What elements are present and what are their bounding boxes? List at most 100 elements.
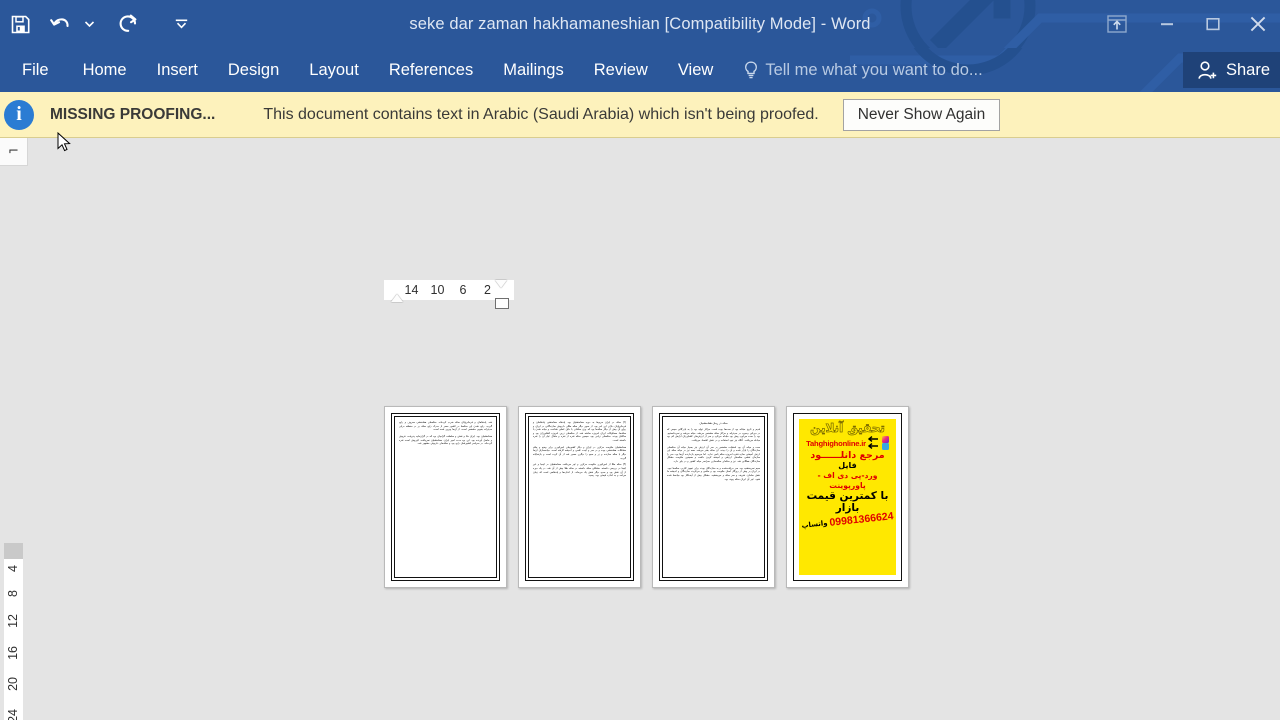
info-glyph: i bbox=[16, 103, 22, 125]
first-line-indent-marker[interactable] bbox=[391, 294, 403, 302]
ribbon-tab-strip: File Home Insert Design Layout Reference… bbox=[0, 48, 1280, 92]
page-thumbnail-2[interactable]: (۲) سکه در ایران مربوط به دوره هخامنشیان… bbox=[518, 406, 641, 588]
title-bar: seke dar zaman hakhamaneshian [Compatibi… bbox=[0, 0, 1280, 48]
tab-home[interactable]: Home bbox=[68, 48, 142, 92]
page-3-paragraph-1: قدیم و تاریخ مبادله بود از سده‌ها بوده ا… bbox=[667, 428, 760, 442]
page-3-heading: سکه در زمان هخامنشیان bbox=[699, 421, 728, 425]
page-thumbnail-3[interactable]: سکه در زمان هخامنشیان قدیم و تاریخ مبادل… bbox=[652, 406, 775, 588]
ribbon-display-options-icon bbox=[1107, 15, 1127, 33]
info-icon: i bbox=[4, 99, 34, 130]
page-2-paragraph-2: هخامنشیان حکومت مرکزی در ایران و دیگر کش… bbox=[533, 445, 626, 460]
page-2-paragraph-3: (۳) سکه طلا از امپراتوری حکومت مرکزی و غ… bbox=[533, 463, 626, 478]
undo-dropdown-button[interactable] bbox=[80, 4, 98, 44]
tab-insert-label: Insert bbox=[156, 60, 198, 79]
vruler-tick-8: 8 bbox=[6, 589, 21, 597]
tab-references-label: References bbox=[388, 60, 474, 79]
ad-download-line: مرجع دانلــــــود bbox=[810, 450, 885, 461]
undo-button[interactable] bbox=[40, 4, 80, 44]
page-1-inner-border: شد. پادشاهان و فرمانروایان سکه ضرب کرده‌… bbox=[394, 416, 497, 578]
page-thumbnail-2-wrapper: (۲) سکه در ایران مربوط به دوره هخامنشیان… bbox=[518, 406, 641, 588]
page-thumbnail-3-wrapper: سکه در زمان هخامنشیان قدیم و تاریخ مبادل… bbox=[652, 406, 775, 588]
telegram-icon[interactable] bbox=[881, 443, 889, 450]
window-controls bbox=[1090, 0, 1280, 48]
page-3-paragraph-2: سده و میانه آن بود استفاده مشخص در سر آن… bbox=[667, 445, 760, 463]
page-thumbnail-4-wrapper: تحقیق آنلاین Tahghighonline.ir مرجع دانل… bbox=[786, 406, 909, 588]
close-button[interactable] bbox=[1236, 0, 1280, 48]
vruler-tick-12: 12 bbox=[6, 614, 21, 629]
tab-review[interactable]: Review bbox=[579, 48, 663, 92]
save-button[interactable] bbox=[0, 4, 40, 44]
ribbon-tabs: File Home Insert Design Layout Reference… bbox=[0, 48, 993, 92]
advertisement-page: تحقیق آنلاین Tahghighonline.ir مرجع دانل… bbox=[799, 419, 896, 575]
never-show-again-button[interactable]: Never Show Again bbox=[842, 98, 1001, 131]
close-icon bbox=[1250, 16, 1266, 32]
tab-review-label: Review bbox=[593, 60, 648, 79]
vruler-tick-20: 20 bbox=[6, 677, 21, 692]
vruler-tick-24: 24 bbox=[6, 709, 21, 720]
left-indent-marker[interactable] bbox=[495, 298, 509, 309]
tab-stop-selector[interactable]: ⌐ bbox=[0, 138, 28, 166]
page-thumbnail-4[interactable]: تحقیق آنلاین Tahghighonline.ir مرجع دانل… bbox=[786, 406, 909, 588]
ad-logo-text: تحقیق آنلاین bbox=[810, 421, 885, 435]
save-icon bbox=[11, 15, 29, 33]
lightbulb-icon bbox=[744, 61, 758, 80]
page-1-outer-border: شد. پادشاهان و فرمانروایان سکه ضرب کرده‌… bbox=[391, 413, 500, 581]
redo-button[interactable] bbox=[108, 4, 148, 44]
vertical-ruler-ticks: 4 8 12 16 20 24 bbox=[4, 559, 23, 720]
tab-file[interactable]: File bbox=[0, 48, 68, 92]
tab-mailings[interactable]: Mailings bbox=[488, 48, 579, 92]
restore-button[interactable] bbox=[1190, 0, 1236, 48]
tab-file-label: File bbox=[22, 60, 49, 79]
document-canvas[interactable]: 14 10 6 2 4 8 12 16 20 24 شد. پادشاهان و… bbox=[0, 138, 1280, 720]
message-bar: i MISSING PROOFING... This document cont… bbox=[0, 92, 1280, 138]
quick-access-toolbar bbox=[0, 0, 190, 48]
chevron-down-icon bbox=[175, 19, 187, 29]
word-application-window: seke dar zaman hakhamaneshian [Compatibi… bbox=[0, 0, 1280, 720]
page-2-inner-border: (۲) سکه در ایران مربوط به دوره هخامنشیان… bbox=[528, 416, 631, 578]
tab-view[interactable]: View bbox=[663, 48, 728, 92]
ad-website-url[interactable]: Tahghighonline.ir bbox=[806, 439, 866, 448]
tab-references[interactable]: References bbox=[374, 48, 488, 92]
hanging-indent-marker[interactable] bbox=[495, 280, 507, 288]
chevron-down-icon bbox=[84, 21, 94, 27]
tab-stop-icon: ⌐ bbox=[8, 144, 19, 159]
minimize-icon bbox=[1161, 23, 1173, 26]
share-button[interactable]: Share bbox=[1182, 52, 1280, 88]
tab-design[interactable]: Design bbox=[213, 48, 294, 92]
page-2-outer-border: (۲) سکه در ایران مربوط به دوره هخامنشیان… bbox=[525, 413, 634, 581]
tab-home-label: Home bbox=[82, 60, 127, 79]
tab-layout-label: Layout bbox=[309, 60, 359, 79]
ad-url-row: Tahghighonline.ir bbox=[801, 436, 894, 450]
message-bar-title: MISSING PROOFING... bbox=[50, 105, 216, 123]
page-2-paragraph-1: (۲) سکه در ایران مربوط به دوره هخامنشیان… bbox=[533, 421, 626, 442]
hruler-tick-6: 6 bbox=[459, 283, 467, 297]
tab-insert[interactable]: Insert bbox=[142, 48, 213, 92]
page-3-outer-border: سکه در زمان هخامنشیان قدیم و تاریخ مبادل… bbox=[659, 413, 768, 581]
window-title: seke dar zaman hakhamaneshian [Compatibi… bbox=[409, 14, 871, 33]
tab-design-label: Design bbox=[227, 60, 280, 79]
customize-quick-access-toolbar-button[interactable] bbox=[172, 4, 190, 44]
page-1-paragraph-1: شد. پادشاهان و فرمانروایان سکه ضرب کرده‌… bbox=[399, 421, 492, 432]
minimize-button[interactable] bbox=[1144, 0, 1190, 48]
hruler-tick-10: 10 bbox=[430, 283, 445, 297]
tell-me-search[interactable]: Tell me what you want to do... bbox=[728, 48, 992, 92]
share-person-icon bbox=[1198, 60, 1217, 79]
instagram-icon[interactable] bbox=[881, 436, 889, 443]
message-bar-body: This document contains text in Arabic (S… bbox=[263, 105, 819, 123]
page-4-outer-border: تحقیق آنلاین Tahghighonline.ir مرجع دانل… bbox=[793, 413, 902, 581]
restore-icon bbox=[1206, 17, 1220, 31]
page-thumbnail-1[interactable]: شد. پادشاهان و فرمانروایان سکه ضرب کرده‌… bbox=[384, 406, 507, 588]
page-3-paragraph-3: سیم نمی‌بخشید بود. سر دریافت‌شده و به سا… bbox=[667, 466, 760, 481]
ad-price-line: با کمترین قیمت بازار bbox=[806, 490, 889, 514]
vruler-tick-4: 4 bbox=[6, 565, 21, 572]
page-1-paragraph-2: هخامنشیان بود. ایران ملا و نقش و سلطنت گ… bbox=[399, 434, 492, 446]
vertical-ruler-margin-zone[interactable] bbox=[4, 543, 23, 559]
ad-whatsapp-label: واتساپ bbox=[801, 518, 828, 530]
tell-me-placeholder: Tell me what you want to do... bbox=[765, 60, 983, 79]
page-3-inner-border: سکه در زمان هخامنشیان قدیم و تاریخ مبادل… bbox=[662, 416, 765, 578]
page-3-body: قدیم و تاریخ مبادله بود از سده‌ها بوده ا… bbox=[667, 428, 760, 481]
ribbon-display-options-button[interactable] bbox=[1090, 0, 1144, 48]
tab-layout[interactable]: Layout bbox=[294, 48, 374, 92]
ad-social-icons bbox=[881, 436, 889, 450]
share-label: Share bbox=[1225, 60, 1270, 79]
